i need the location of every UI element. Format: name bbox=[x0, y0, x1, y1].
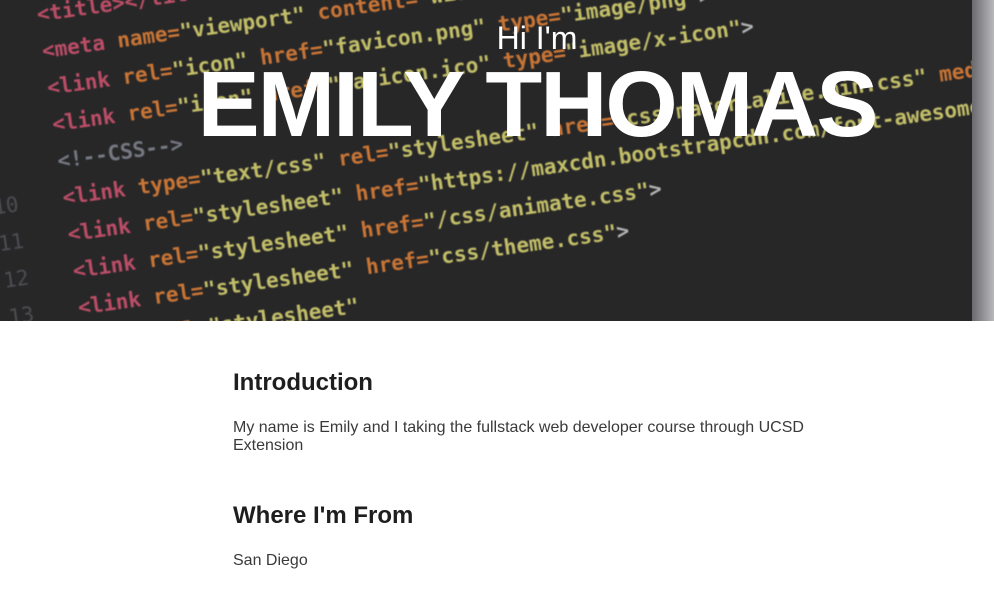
where-from-text: San Diego bbox=[233, 552, 308, 569]
introduction-heading: Introduction bbox=[233, 369, 373, 396]
hero-name: EMILY THOMAS bbox=[197, 52, 879, 156]
introduction-text: My name is Emily and I taking the fullst… bbox=[233, 419, 804, 454]
where-from-heading: Where I'm From bbox=[233, 502, 414, 529]
hero-banner: <!--meta-->5<title></title>6<meta name="… bbox=[0, 0, 994, 321]
